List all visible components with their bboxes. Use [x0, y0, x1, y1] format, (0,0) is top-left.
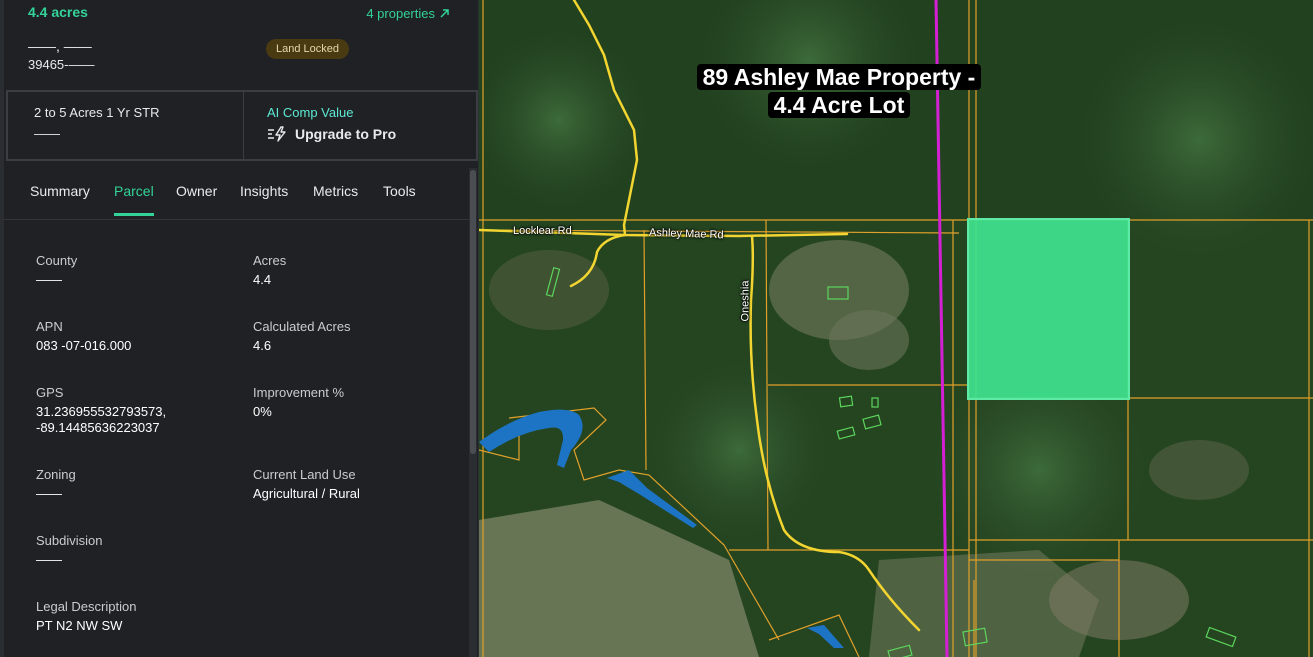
- field-value: 4.6: [253, 338, 272, 353]
- field-label: Legal Description: [36, 599, 137, 614]
- tab-summary[interactable]: Summary: [30, 183, 90, 213]
- field-label: Calculated Acres: [253, 319, 351, 334]
- str-card-value: ——: [34, 126, 60, 141]
- map-view[interactable]: 89 Ashley Mae Property -4.4 Acre Lot Loc…: [479, 0, 1313, 657]
- gps-latitude: 31.236955532793573,: [36, 404, 167, 419]
- land-locked-badge: Land Locked: [266, 39, 349, 59]
- ai-comp-card: AI Comp Value Upgrade to Pro: [243, 92, 476, 159]
- upgrade-label: Upgrade to Pro: [295, 126, 397, 142]
- properties-link[interactable]: 4 properties: [366, 6, 450, 21]
- field-value: 4.4: [253, 272, 272, 287]
- field-label: Subdivision: [36, 533, 103, 548]
- field-value: ——: [36, 486, 62, 501]
- field-label: Acres: [253, 253, 287, 268]
- tab-metrics[interactable]: Metrics: [313, 183, 358, 213]
- field-label: Improvement %: [253, 385, 345, 400]
- header-acres: 4.4 acres: [28, 4, 88, 20]
- summary-cards: 2 to 5 Acres 1 Yr STR —— AI Comp Value U…: [6, 90, 478, 161]
- upgrade-to-pro-button[interactable]: Upgrade to Pro: [267, 126, 476, 142]
- property-panel: 4.4 acres 4 properties ——, —— 39465-—— L…: [0, 0, 479, 657]
- field-county: County ——: [36, 253, 77, 288]
- tab-owner[interactable]: Owner: [176, 183, 217, 213]
- field-value: 083 -07-016.000: [36, 338, 132, 353]
- tab-parcel[interactable]: Parcel: [114, 183, 154, 216]
- field-label: Zoning: [36, 467, 76, 482]
- road-label-oneshia: Oneshia: [739, 280, 752, 322]
- field-calculated-acres: Calculated Acres 4.6: [253, 319, 351, 354]
- field-value: ——: [36, 272, 62, 287]
- field-value: ——: [36, 552, 62, 567]
- gps-longitude: -89.14485636223037: [36, 420, 160, 435]
- ai-comp-label: AI Comp Value: [267, 105, 354, 120]
- panel-edge: [0, 0, 4, 657]
- str-card-label: 2 to 5 Acres 1 Yr STR: [34, 105, 160, 120]
- external-arrow-icon: [440, 9, 449, 18]
- field-label: Current Land Use: [253, 467, 356, 482]
- field-apn: APN 083 -07-016.000: [36, 319, 131, 354]
- map-property-title: 89 Ashley Mae Property -4.4 Acre Lot: [689, 63, 989, 119]
- field-improvement: Improvement % 0%: [253, 385, 344, 420]
- properties-link-label: 4 properties: [366, 6, 435, 21]
- address-line-1: ——, ——: [28, 38, 92, 54]
- field-value: PT N2 NW SW: [36, 618, 123, 633]
- field-label: APN: [36, 319, 63, 334]
- field-label: GPS: [36, 385, 64, 400]
- field-value: 31.236955532793573, -89.14485636223037: [36, 404, 166, 436]
- scrollbar-thumb[interactable]: [470, 170, 476, 454]
- lightning-icon: [268, 126, 286, 142]
- road-label-locklear: Locklear Rd: [513, 225, 572, 237]
- tab-tools[interactable]: Tools: [383, 183, 416, 213]
- road-label-ashley-mae: Ashley Mae Rd: [648, 226, 724, 242]
- field-gps: GPS 31.236955532793573, -89.144856362230…: [36, 385, 166, 436]
- field-legal-description: Legal Description PT N2 NW SW: [36, 599, 136, 634]
- address-line-2: 39465-——: [28, 57, 95, 72]
- panel-tabs: Summary Parcel Owner Insights Metrics To…: [4, 170, 470, 220]
- panel-scrollbar[interactable]: [469, 168, 477, 657]
- field-zoning: Zoning ——: [36, 467, 76, 502]
- tab-insights[interactable]: Insights: [240, 183, 288, 213]
- field-value: 0%: [253, 404, 272, 419]
- str-card: 2 to 5 Acres 1 Yr STR ——: [8, 92, 243, 159]
- field-value: Agricultural / Rural: [253, 486, 360, 501]
- field-subdivision: Subdivision ——: [36, 533, 103, 568]
- field-label: County: [36, 253, 78, 268]
- field-acres: Acres 4.4: [253, 253, 286, 288]
- selected-parcel[interactable]: [967, 218, 1130, 400]
- field-current-land-use: Current Land Use Agricultural / Rural: [253, 467, 360, 502]
